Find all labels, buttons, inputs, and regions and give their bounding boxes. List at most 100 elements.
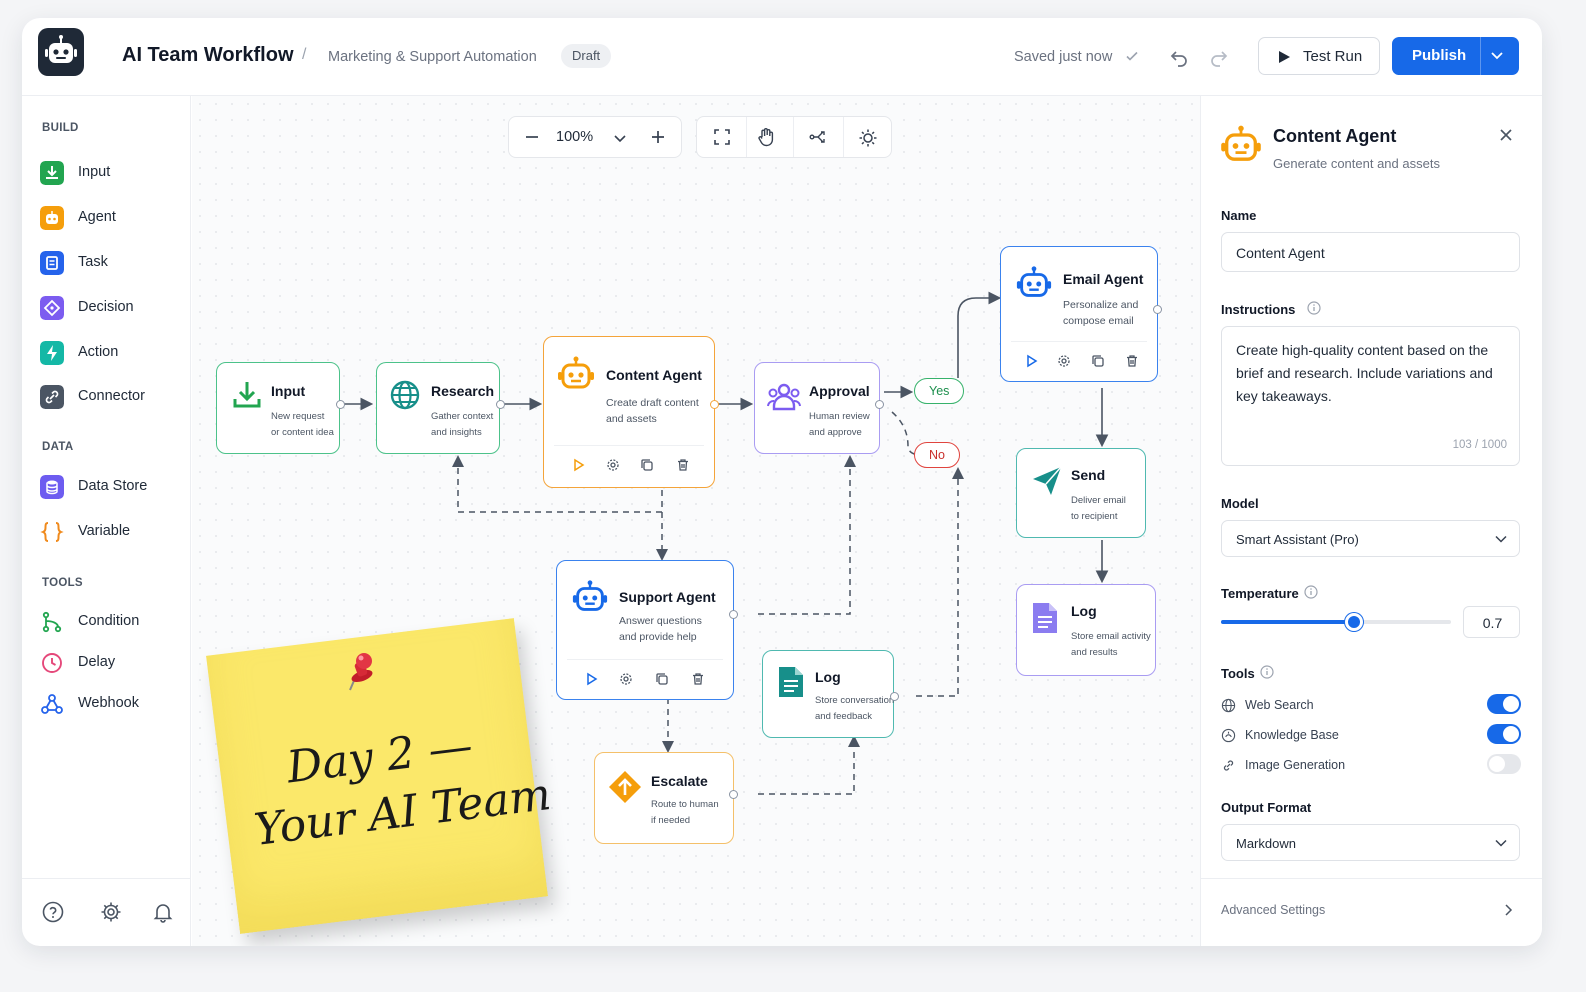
publish-label: Publish: [1412, 47, 1467, 64]
name-field[interactable]: Content Agent: [1221, 232, 1520, 272]
node-title: Content Agent: [606, 367, 702, 383]
output-port[interactable]: [890, 692, 899, 701]
zoom-out-icon[interactable]: [523, 128, 541, 146]
sidebar-item-action[interactable]: Action: [40, 338, 180, 368]
properties-panel: Content Agent Generate content and asset…: [1200, 96, 1542, 946]
bell-icon[interactable]: [152, 901, 174, 923]
play-icon[interactable]: [572, 458, 586, 472]
sidebar-item-input[interactable]: Input: [40, 158, 180, 188]
save-status: Saved just now: [1014, 49, 1113, 65]
braces-icon: [40, 522, 64, 542]
auto-layout-icon[interactable]: [809, 128, 827, 146]
sidebar-item-label: Task: [78, 254, 108, 270]
node-approval[interactable]: Approval Human review and approve: [754, 362, 884, 454]
sidebar-item-delay[interactable]: Delay: [40, 648, 180, 678]
gear-icon[interactable]: [1057, 354, 1071, 368]
gear-icon[interactable]: [100, 901, 122, 923]
model-select[interactable]: Smart Assistant (Pro): [1221, 520, 1520, 557]
node-content-agent[interactable]: Content Agent Create draft content and as…: [543, 336, 719, 488]
output-format-select[interactable]: Markdown: [1221, 824, 1520, 861]
tool-toggle[interactable]: [1487, 694, 1521, 714]
workflow-canvas[interactable]: 100% Input New request or content idea Re…: [192, 96, 1200, 946]
copy-icon[interactable]: [655, 672, 669, 686]
node-email-agent[interactable]: Email Agent Personalize and compose email: [1000, 246, 1162, 382]
zoom-level[interactable]: 100%: [556, 129, 593, 145]
sidebar-item-agent[interactable]: Agent: [40, 203, 180, 233]
sidebar-item-condition[interactable]: Condition: [40, 607, 180, 637]
node-log-support[interactable]: Log Store conversation and feedback: [762, 650, 899, 738]
play-icon[interactable]: [585, 672, 599, 686]
robot-logo-icon: [45, 35, 77, 63]
help-icon[interactable]: [42, 901, 64, 923]
robot-icon: [558, 356, 594, 389]
close-icon[interactable]: [1499, 128, 1513, 142]
undo-icon[interactable]: [1168, 46, 1190, 68]
node-title: Input: [271, 383, 306, 399]
output-port[interactable]: [875, 400, 884, 409]
tool-toggle[interactable]: [1487, 754, 1521, 774]
node-actions: [1011, 341, 1147, 381]
users-icon: [767, 383, 801, 411]
copy-icon[interactable]: [1091, 354, 1105, 368]
no-branch-label[interactable]: No: [914, 442, 960, 468]
bolt-icon: [40, 341, 64, 365]
slider-thumb[interactable]: [1345, 613, 1364, 631]
fit-view-icon[interactable]: [713, 128, 731, 146]
knowledge-icon: [1221, 728, 1236, 743]
trash-icon[interactable]: [691, 672, 705, 686]
output-port[interactable]: [336, 400, 345, 409]
robot-icon: [572, 580, 608, 611]
play-icon: [1279, 51, 1290, 63]
chevron-down-icon[interactable]: [1490, 51, 1504, 61]
output-port[interactable]: [496, 400, 505, 409]
node-desc: Gather context and insights: [431, 411, 494, 438]
zoom-in-icon[interactable]: [649, 128, 667, 146]
gear-icon[interactable]: [606, 458, 620, 472]
node-support-agent[interactable]: Support Agent Answer questions and provid…: [556, 560, 738, 700]
app-logo[interactable]: [38, 28, 84, 76]
temperature-input[interactable]: 0.7: [1463, 606, 1520, 638]
node-log-email[interactable]: Log Store email activity and results: [1016, 584, 1156, 676]
info-icon[interactable]: [1307, 301, 1321, 315]
node-escalate[interactable]: Escalate Route to human if needed: [594, 752, 738, 844]
gear-icon[interactable]: [619, 672, 633, 686]
sidebar-item-webhook[interactable]: Webhook: [40, 689, 180, 719]
test-run-button[interactable]: Test Run: [1258, 37, 1380, 75]
node-title: Email Agent: [1063, 271, 1144, 287]
output-port[interactable]: [710, 400, 719, 409]
robot-icon: [1016, 266, 1052, 297]
sidebar-item-connector[interactable]: Connector: [40, 382, 180, 412]
play-icon[interactable]: [1025, 354, 1039, 368]
trash-icon[interactable]: [676, 458, 690, 472]
trash-icon[interactable]: [1125, 354, 1139, 368]
output-port[interactable]: [729, 790, 738, 799]
output-format-label: Output Format: [1221, 800, 1312, 815]
publish-button[interactable]: Publish: [1392, 37, 1519, 75]
info-icon[interactable]: [1304, 585, 1318, 599]
node-input[interactable]: Input New request or content idea: [216, 362, 345, 454]
edge-log-no: [916, 467, 964, 697]
chevron-down-icon: [1495, 535, 1507, 543]
yes-branch-label[interactable]: Yes: [914, 378, 965, 404]
output-port[interactable]: [1153, 305, 1162, 314]
sidebar-item-variable[interactable]: Variable: [40, 517, 180, 547]
hand-icon[interactable]: [755, 126, 777, 148]
node-send[interactable]: Send Deliver email to recipient: [1016, 448, 1146, 538]
temperature-slider[interactable]: [1221, 613, 1451, 631]
advanced-settings-row[interactable]: Advanced Settings: [1201, 878, 1542, 946]
chevron-down-icon[interactable]: [612, 130, 628, 146]
chevron-right-icon: [1505, 904, 1513, 916]
redo-icon[interactable]: [1208, 46, 1230, 68]
info-icon[interactable]: [1260, 665, 1274, 679]
sidebar-item-decision[interactable]: Decision: [40, 293, 180, 323]
breadcrumb-project[interactable]: Marketing & Support Automation: [328, 49, 537, 65]
node-research[interactable]: Research Gather context and insights: [376, 362, 505, 454]
node-desc: Store conversation and feedback: [815, 695, 895, 722]
sidebar-item-task[interactable]: Task: [40, 248, 180, 278]
copy-icon[interactable]: [640, 458, 654, 472]
sun-icon[interactable]: [858, 128, 878, 148]
instructions-textarea[interactable]: Create high-quality content based on the…: [1221, 326, 1520, 466]
sidebar-item-data-store[interactable]: Data Store: [40, 472, 180, 502]
output-port[interactable]: [729, 610, 738, 619]
tool-toggle[interactable]: [1487, 724, 1521, 744]
